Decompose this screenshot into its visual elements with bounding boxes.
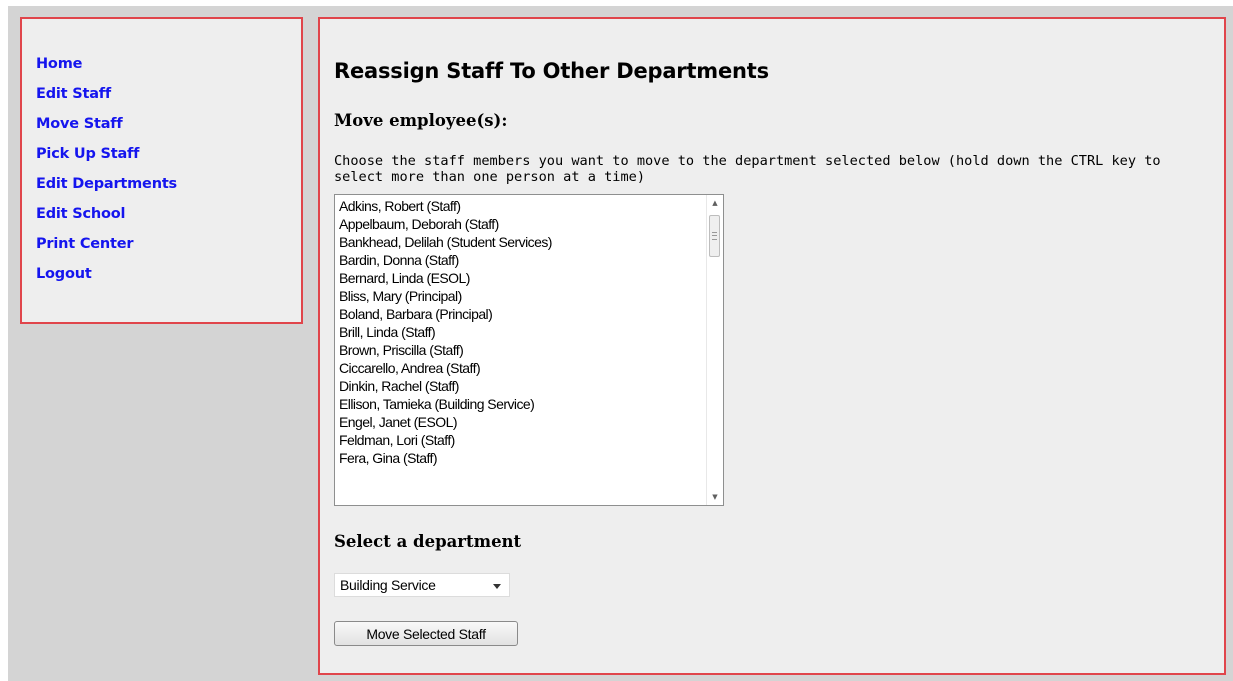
staff-option[interactable]: Ellison, Tamieka (Building Service) bbox=[339, 395, 723, 413]
sidebar: Home Edit Staff Move Staff Pick Up Staff… bbox=[20, 17, 303, 324]
staff-list: Adkins, Robert (Staff) Appelbaum, Debora… bbox=[335, 195, 723, 467]
chevron-down-icon bbox=[493, 584, 501, 589]
nav-link-edit-school[interactable]: Edit School bbox=[36, 206, 125, 222]
nav-link-logout[interactable]: Logout bbox=[36, 266, 92, 282]
staff-option[interactable]: Fera, Gina (Staff) bbox=[339, 449, 723, 467]
staff-option[interactable]: Bankhead, Delilah (Student Services) bbox=[339, 233, 723, 251]
staff-option[interactable]: Appelbaum, Deborah (Staff) bbox=[339, 215, 723, 233]
move-selected-staff-button[interactable]: Move Selected Staff bbox=[334, 621, 518, 646]
staff-option[interactable]: Bernard, Linda (ESOL) bbox=[339, 269, 723, 287]
scroll-down-arrow-icon[interactable]: ▼ bbox=[707, 489, 723, 505]
nav-link-print-center[interactable]: Print Center bbox=[36, 236, 134, 252]
move-employees-heading: Move employee(s): bbox=[334, 111, 508, 130]
scroll-up-arrow-icon[interactable]: ▲ bbox=[707, 195, 723, 211]
staff-option[interactable]: Boland, Barbara (Principal) bbox=[339, 305, 723, 323]
scrollbar-thumb[interactable] bbox=[709, 215, 720, 257]
nav-link-edit-departments[interactable]: Edit Departments bbox=[36, 176, 177, 192]
listbox-scrollbar[interactable]: ▲ ▼ bbox=[706, 195, 723, 505]
staff-option[interactable]: Bardin, Donna (Staff) bbox=[339, 251, 723, 269]
nav-link-home[interactable]: Home bbox=[36, 56, 82, 72]
department-select-value: Building Service bbox=[340, 577, 436, 593]
staff-option[interactable]: Bliss, Mary (Principal) bbox=[339, 287, 723, 305]
staff-listbox[interactable]: Adkins, Robert (Staff) Appelbaum, Debora… bbox=[334, 194, 724, 506]
nav-link-move-staff[interactable]: Move Staff bbox=[36, 116, 123, 132]
staff-option[interactable]: Feldman, Lori (Staff) bbox=[339, 431, 723, 449]
main-panel: Reassign Staff To Other Departments Move… bbox=[318, 17, 1226, 675]
staff-option[interactable]: Dinkin, Rachel (Staff) bbox=[339, 377, 723, 395]
staff-option[interactable]: Brill, Linda (Staff) bbox=[339, 323, 723, 341]
staff-option[interactable]: Ciccarello, Andrea (Staff) bbox=[339, 359, 723, 377]
grip-icon bbox=[712, 232, 717, 240]
department-select[interactable]: Building Service bbox=[334, 573, 510, 597]
staff-option[interactable]: Adkins, Robert (Staff) bbox=[339, 197, 723, 215]
nav-link-pick-up-staff[interactable]: Pick Up Staff bbox=[36, 146, 139, 162]
nav-link-edit-staff[interactable]: Edit Staff bbox=[36, 86, 111, 102]
staff-option[interactable]: Brown, Priscilla (Staff) bbox=[339, 341, 723, 359]
staff-option[interactable]: Engel, Janet (ESOL) bbox=[339, 413, 723, 431]
page-title: Reassign Staff To Other Departments bbox=[334, 59, 769, 83]
sidebar-nav: Home Edit Staff Move Staff Pick Up Staff… bbox=[22, 19, 301, 293]
select-department-heading: Select a department bbox=[334, 532, 522, 551]
instructions-text: Choose the staff members you want to mov… bbox=[334, 153, 1161, 185]
